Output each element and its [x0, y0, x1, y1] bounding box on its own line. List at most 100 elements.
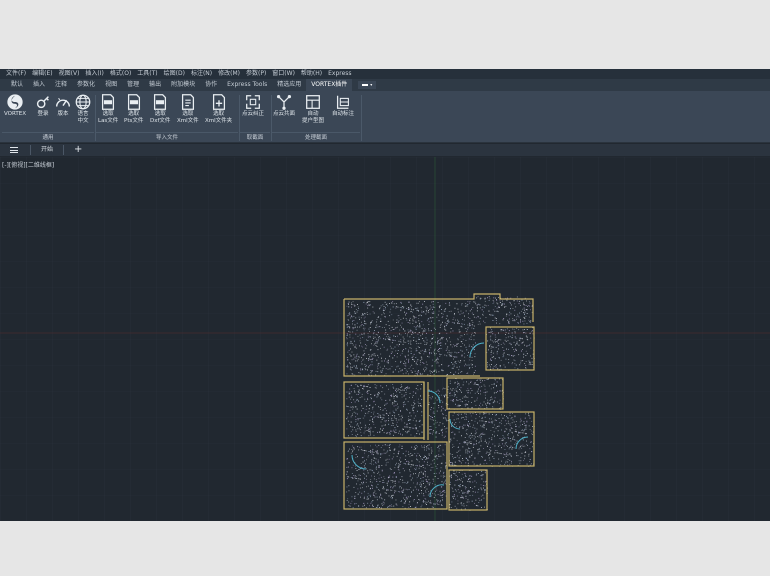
- menu-tools[interactable]: 工具(T): [137, 69, 157, 79]
- point-cloud-dot: [405, 314, 406, 316]
- menu-format[interactable]: 格式(O): [110, 69, 131, 79]
- point-cloud-dot: [434, 476, 436, 477]
- point-cloud-dot: [352, 407, 354, 409]
- point-cloud-dot: [484, 491, 486, 493]
- tab-insert[interactable]: 插入: [28, 79, 50, 91]
- point-cloud-dot: [466, 349, 468, 351]
- point-cloud-dot: [348, 393, 350, 395]
- point-cloud-dot: [432, 359, 434, 361]
- tab-annotate[interactable]: 注释: [50, 79, 72, 91]
- point-cloud-dot: [519, 337, 521, 339]
- point-cloud-dot: [494, 317, 496, 319]
- point-cloud-dot: [411, 460, 413, 462]
- point-cloud-dot: [455, 456, 457, 458]
- tab-featured-apps[interactable]: 精选应用: [272, 79, 306, 91]
- point-cloud-dot: [482, 474, 484, 476]
- point-cloud-dot: [415, 392, 417, 394]
- point-cloud-dot: [387, 484, 388, 486]
- menu-express[interactable]: Express: [328, 69, 351, 79]
- menu-edit[interactable]: 编辑(E): [32, 69, 52, 79]
- select-xml-folder-button[interactable]: 选取 Xml文件夹: [205, 93, 232, 125]
- hamburger-menu-icon[interactable]: [8, 144, 20, 156]
- point-cloud-dot: [421, 312, 423, 313]
- point-cloud-dot: [424, 498, 426, 499]
- point-cloud-dot: [531, 420, 533, 422]
- point-cloud-dot: [376, 324, 378, 326]
- select-dxf-button[interactable]: 选取 Dxf文件: [150, 93, 170, 125]
- menu-parametric[interactable]: 参数(P): [246, 69, 266, 79]
- select-las-button[interactable]: 选取 Las文件: [98, 93, 118, 125]
- point-cloud-dot: [446, 323, 448, 325]
- point-cloud-dot: [409, 347, 411, 349]
- point-cloud-dot: [428, 457, 429, 459]
- select-xml-button[interactable]: 选取 Xml文件: [177, 93, 199, 125]
- auto-floorplan-button[interactable]: 自动 提户型图: [302, 93, 324, 125]
- point-cloud-dot: [520, 322, 521, 323]
- ribbon-minimize-toggle[interactable]: ▾: [358, 81, 377, 89]
- drawing-viewport[interactable]: [-][俯视][二维线框]: [0, 157, 770, 521]
- vortex-button[interactable]: VORTEX: [4, 93, 26, 118]
- pointcloud-project-button[interactable]: 点云共面: [273, 93, 295, 118]
- viewport-controls-label[interactable]: [-][俯视][二维线框]: [2, 160, 54, 169]
- point-cloud-dot: [430, 467, 432, 468]
- point-cloud-dot: [461, 304, 463, 306]
- point-cloud-dot: [408, 415, 410, 417]
- point-cloud-dot: [444, 491, 446, 493]
- menu-modify[interactable]: 修改(M): [218, 69, 240, 79]
- point-cloud-dot: [507, 417, 508, 419]
- point-cloud-dot: [420, 307, 422, 309]
- menu-window[interactable]: 窗口(W): [272, 69, 295, 79]
- point-cloud-dot: [492, 414, 493, 415]
- point-cloud-dot: [371, 475, 372, 477]
- point-cloud-dot: [377, 366, 378, 368]
- tab-collaborate[interactable]: 协作: [200, 79, 222, 91]
- tab-output[interactable]: 输出: [144, 79, 166, 91]
- point-cloud-dot: [464, 413, 466, 415]
- point-cloud-dot: [388, 480, 389, 482]
- point-cloud-dot: [471, 324, 473, 325]
- point-cloud-dot: [461, 473, 463, 475]
- file-tab-start[interactable]: 开始: [41, 144, 53, 156]
- point-cloud-dot: [474, 427, 476, 429]
- tab-vortex-plugin[interactable]: VORTEX插件: [306, 79, 353, 91]
- point-cloud-dot: [397, 306, 399, 308]
- menu-help[interactable]: 帮助(H): [301, 69, 322, 79]
- point-cloud-dot: [432, 301, 434, 303]
- point-cloud-dot: [516, 296, 518, 298]
- point-cloud-dot: [456, 471, 457, 473]
- language-button[interactable]: 语言 中文: [74, 93, 92, 125]
- select-pts-button[interactable]: 选取 Pts文件: [124, 93, 143, 125]
- tab-default[interactable]: 默认: [6, 79, 28, 91]
- tab-manage[interactable]: 管理: [122, 79, 144, 91]
- menu-dimension[interactable]: 标注(N): [191, 69, 212, 79]
- pointcloud-correct-button[interactable]: 点云纠正: [242, 93, 264, 118]
- menu-file[interactable]: 文件(F): [6, 69, 26, 79]
- floorplan-drawing[interactable]: [0, 157, 770, 521]
- point-cloud-dot: [494, 334, 496, 336]
- point-cloud-dot: [394, 395, 395, 397]
- point-cloud-dot: [355, 476, 357, 477]
- point-cloud-dot: [371, 361, 373, 363]
- login-button[interactable]: 登录: [34, 93, 52, 118]
- point-cloud-dot: [407, 308, 409, 310]
- point-cloud-dot: [360, 449, 362, 451]
- menu-draw[interactable]: 绘图(D): [164, 69, 185, 79]
- point-cloud-dot: [488, 296, 490, 298]
- menu-view[interactable]: 视图(V): [59, 69, 80, 79]
- point-cloud-dot: [412, 368, 414, 369]
- auto-annotate-button[interactable]: 自动标注: [332, 93, 354, 118]
- point-cloud-dot: [372, 408, 374, 410]
- point-cloud-dot: [431, 306, 433, 308]
- menu-insert[interactable]: 插入(I): [85, 69, 103, 79]
- point-cloud-dot: [396, 356, 398, 358]
- new-tab-plus-icon[interactable]: +: [74, 144, 82, 156]
- tab-addins[interactable]: 附加模块: [166, 79, 200, 91]
- pointcloud-correct-icon: [246, 95, 260, 109]
- version-button[interactable]: 版本: [54, 93, 72, 118]
- point-cloud-dot: [458, 460, 460, 462]
- tab-view[interactable]: 视图: [100, 79, 122, 91]
- point-cloud-dot: [363, 432, 365, 434]
- tab-parametric[interactable]: 参数化: [72, 79, 100, 91]
- tab-express-tools[interactable]: Express Tools: [222, 79, 272, 91]
- point-cloud-dot: [370, 494, 372, 496]
